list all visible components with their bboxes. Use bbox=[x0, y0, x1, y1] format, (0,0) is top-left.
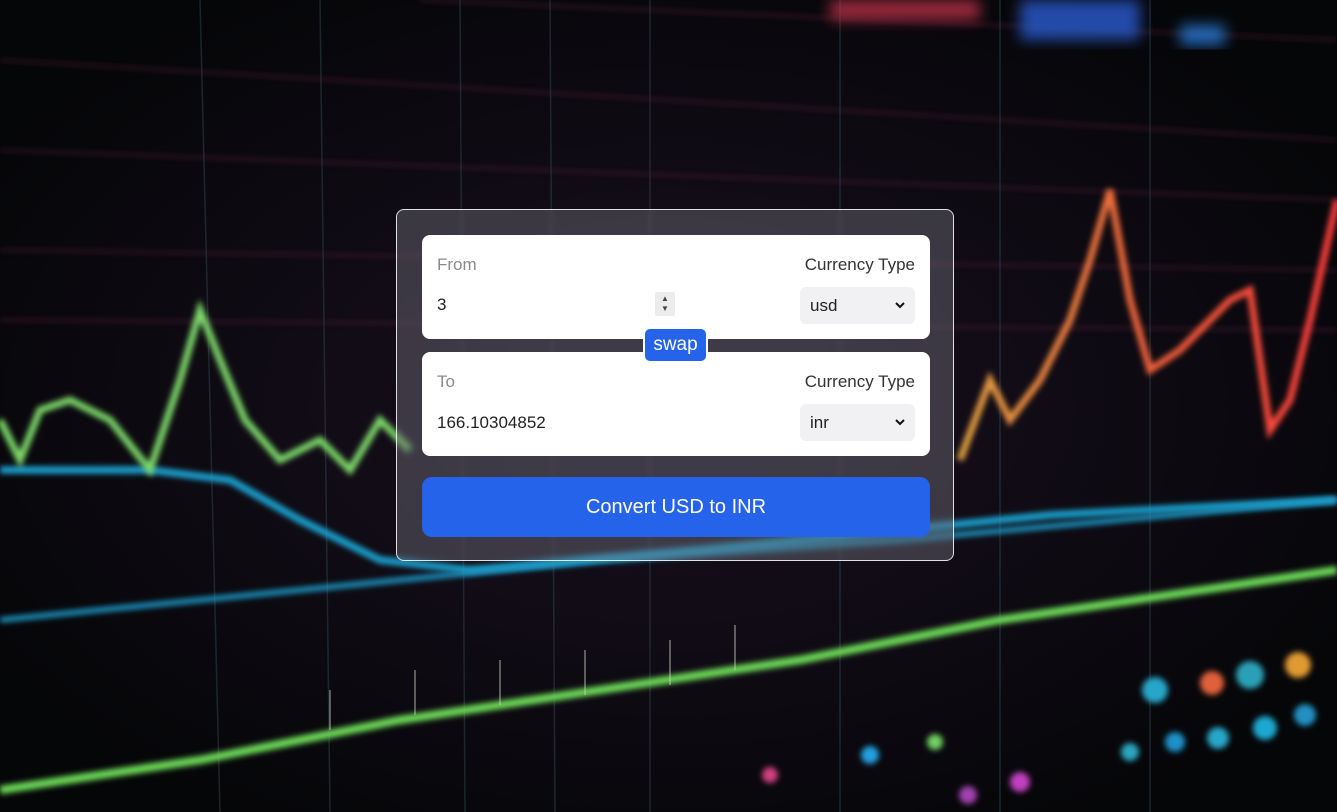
currency-converter-card: From Currency Type ▲ ▼ usd To Currency T… bbox=[396, 209, 954, 561]
from-label: From bbox=[437, 255, 477, 274]
swap-button[interactable]: swap bbox=[643, 327, 708, 363]
spinner-down-icon[interactable]: ▼ bbox=[661, 304, 669, 314]
chevron-down-icon bbox=[895, 419, 905, 426]
to-label: To bbox=[437, 372, 455, 391]
to-amount-output: 166.10304852 bbox=[437, 413, 546, 432]
from-section: From Currency Type ▲ ▼ usd bbox=[422, 235, 930, 339]
to-currency-value: inr bbox=[810, 413, 829, 432]
spinner-arrows-icon[interactable]: ▲ ▼ bbox=[655, 292, 675, 316]
to-currency-select[interactable]: inr bbox=[800, 404, 915, 441]
from-currency-select[interactable]: usd bbox=[800, 287, 915, 324]
spinner-up-icon[interactable]: ▲ bbox=[661, 294, 669, 304]
from-currency-type-label: Currency Type bbox=[804, 255, 915, 274]
chevron-down-icon bbox=[895, 302, 905, 309]
from-currency-value: usd bbox=[810, 296, 838, 315]
convert-button[interactable]: Convert USD to INR bbox=[422, 477, 930, 537]
from-amount-input[interactable] bbox=[437, 291, 675, 319]
to-section: To Currency Type 166.10304852 inr bbox=[422, 352, 930, 456]
to-currency-type-label: Currency Type bbox=[804, 372, 915, 391]
